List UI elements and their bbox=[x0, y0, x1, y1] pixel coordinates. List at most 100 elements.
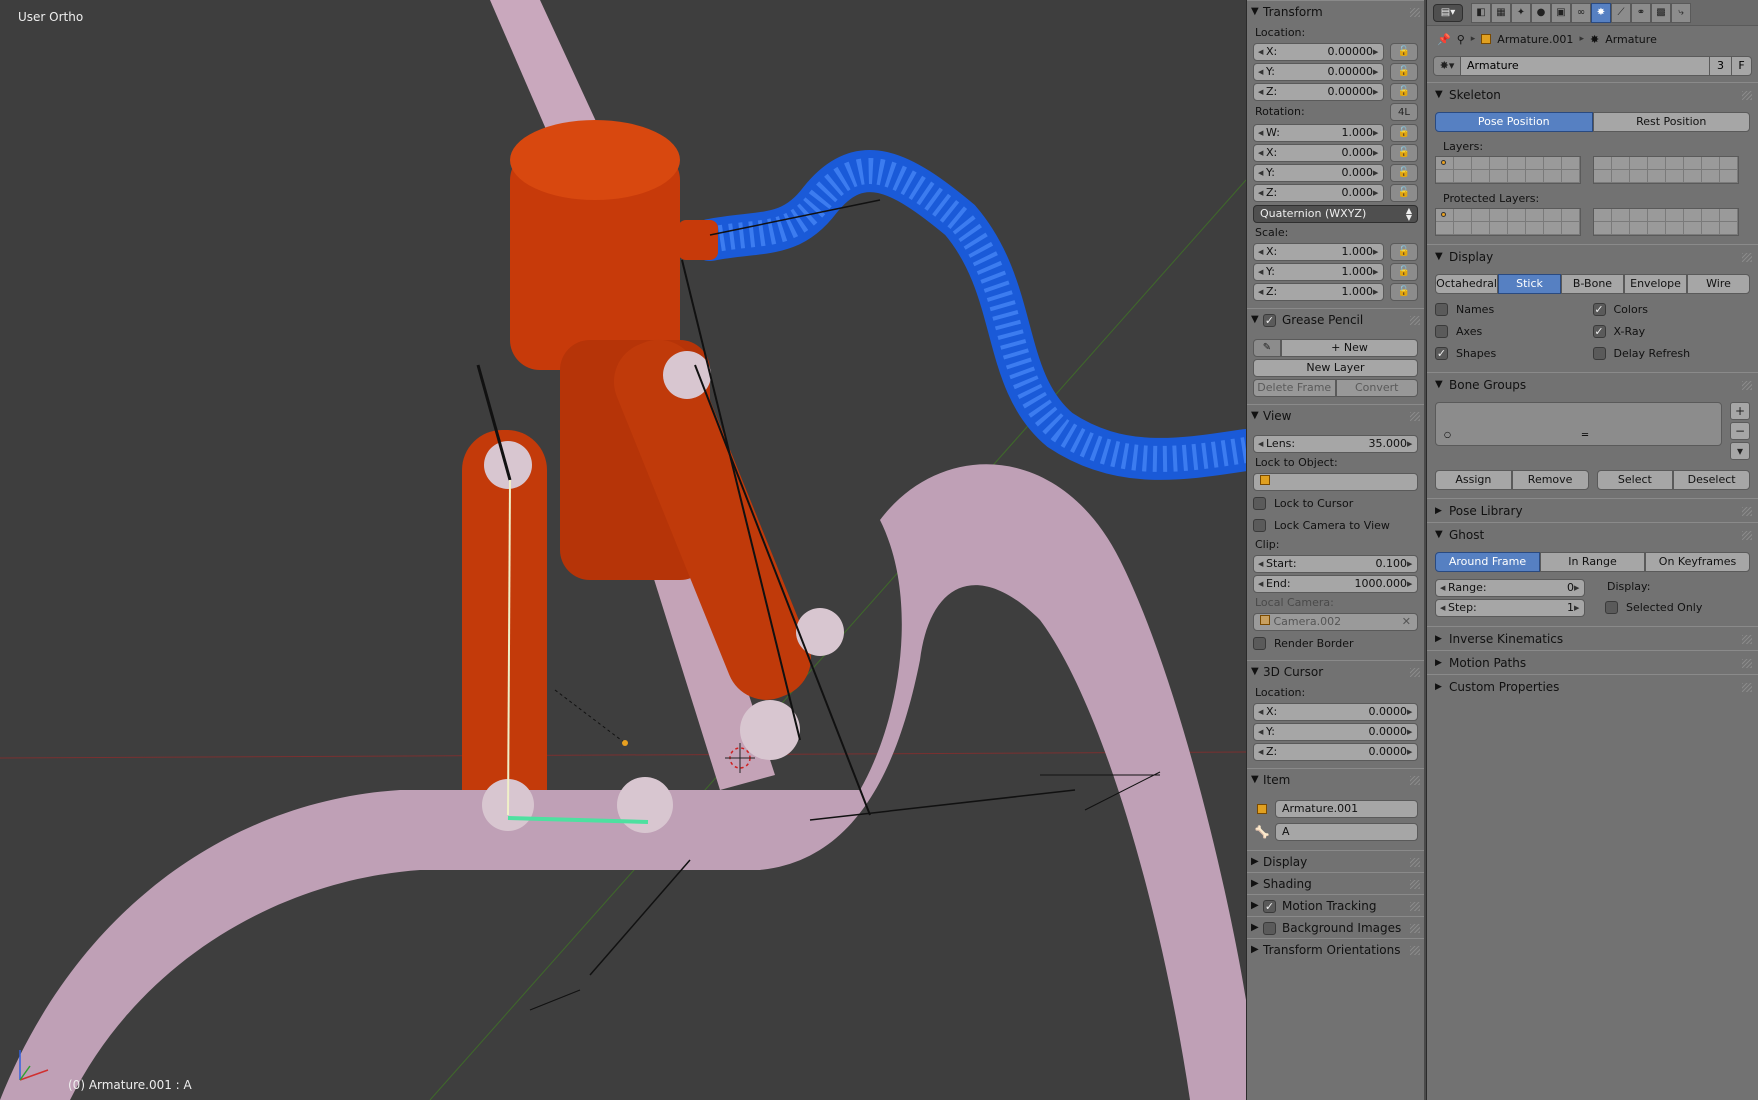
layer-cell[interactable] bbox=[1648, 157, 1666, 170]
pose-position-button[interactable]: Pose Position bbox=[1435, 112, 1593, 132]
select-button[interactable]: Select bbox=[1596, 470, 1674, 490]
layer-cell[interactable] bbox=[1666, 209, 1684, 222]
layer-cell[interactable] bbox=[1490, 209, 1508, 222]
armature-data-tab-icon[interactable]: ✸ bbox=[1591, 2, 1611, 23]
layer-cell[interactable] bbox=[1684, 157, 1702, 170]
layer-cell[interactable] bbox=[1436, 157, 1454, 170]
layer-cell[interactable] bbox=[1490, 157, 1508, 170]
axes-check[interactable]: Axes bbox=[1435, 320, 1593, 342]
layer-cell[interactable] bbox=[1720, 157, 1738, 170]
lock-icon[interactable]: 🔓 bbox=[1390, 262, 1418, 281]
names-check[interactable]: Names bbox=[1435, 298, 1593, 320]
rotation-3-field[interactable]: ◀ Z: 0.000 ▶ bbox=[1253, 183, 1384, 202]
layer-cell[interactable] bbox=[1454, 222, 1472, 235]
display-panel-header[interactable]: ▼ Display bbox=[1427, 244, 1758, 268]
in-range-button[interactable]: In Range bbox=[1540, 552, 1645, 572]
layer-cell[interactable] bbox=[1594, 222, 1612, 235]
clear-icon[interactable]: ✕ bbox=[1402, 614, 1411, 630]
layer-cell[interactable] bbox=[1562, 170, 1580, 183]
convert-button[interactable]: Convert bbox=[1335, 378, 1418, 397]
lock-icon[interactable]: 🔓 bbox=[1390, 42, 1418, 61]
layer-cell[interactable] bbox=[1666, 222, 1684, 235]
layer-cell[interactable] bbox=[1544, 209, 1562, 222]
layer-cell[interactable] bbox=[1544, 222, 1562, 235]
draw-type-button[interactable]: Envelope bbox=[1624, 274, 1687, 294]
constraints-tab-icon[interactable]: ∞ bbox=[1571, 2, 1591, 23]
layer-cell[interactable] bbox=[1630, 209, 1648, 222]
bone-groups-panel-header[interactable]: ▼ Bone Groups bbox=[1427, 372, 1758, 396]
layer-cell[interactable] bbox=[1490, 170, 1508, 183]
layer-cell[interactable] bbox=[1630, 170, 1648, 183]
collapsed-panel-header[interactable]: ▶ Motion Paths bbox=[1427, 650, 1758, 674]
collapsed-panel-header[interactable]: ▶ Shading bbox=[1247, 872, 1424, 894]
layer-cell[interactable] bbox=[1612, 157, 1630, 170]
around-frame-button[interactable]: Around Frame bbox=[1435, 552, 1540, 572]
new-layer-button[interactable]: New Layer bbox=[1253, 358, 1418, 377]
layer-cell[interactable] bbox=[1648, 209, 1666, 222]
draw-type-button[interactable]: Stick bbox=[1498, 274, 1561, 294]
layer-cell[interactable] bbox=[1648, 222, 1666, 235]
lock-icon[interactable]: 🔓 bbox=[1390, 62, 1418, 81]
new-grease-pencil-button[interactable]: + New bbox=[1281, 338, 1418, 357]
layer-cell[interactable] bbox=[1702, 222, 1720, 235]
layer-cell[interactable] bbox=[1720, 209, 1738, 222]
layer-cell[interactable] bbox=[1684, 222, 1702, 235]
layer-cell[interactable] bbox=[1490, 222, 1508, 235]
layer-cell[interactable] bbox=[1702, 209, 1720, 222]
layer-cell[interactable] bbox=[1562, 209, 1580, 222]
layer-cell[interactable] bbox=[1612, 222, 1630, 235]
ghost-range-field[interactable]: ◀ Range: 0 ▶ bbox=[1435, 578, 1585, 597]
collapsed-panel-header[interactable]: ▶ Custom Properties bbox=[1427, 674, 1758, 698]
rest-position-button[interactable]: Rest Position bbox=[1592, 112, 1750, 132]
layer-cell[interactable] bbox=[1526, 157, 1544, 170]
layer-cell[interactable] bbox=[1526, 222, 1544, 235]
lock-icon[interactable]: 🔓 bbox=[1390, 163, 1418, 182]
grease-pencil-panel-header[interactable]: ▼ ✓ Grease Pencil bbox=[1247, 308, 1424, 330]
pencil-icon[interactable]: ✎ bbox=[1253, 338, 1281, 357]
draw-type-selector[interactable]: Octahedral Stick B-Bone Envelope Wire bbox=[1435, 274, 1750, 294]
shapes-check[interactable]: ✓ Shapes bbox=[1435, 342, 1593, 364]
layer-cell[interactable] bbox=[1508, 209, 1526, 222]
world-tab-icon[interactable]: ● bbox=[1531, 2, 1551, 23]
protected-layers-grid[interactable] bbox=[1435, 208, 1750, 236]
lock-icon[interactable]: 🔓 bbox=[1390, 282, 1418, 301]
resize-handle-icon[interactable]: ═ bbox=[1582, 430, 1588, 441]
rotation-4l-toggle[interactable]: 4L bbox=[1390, 103, 1418, 121]
layer-cell[interactable] bbox=[1666, 170, 1684, 183]
clip-start-field[interactable]: ◀ Start: 0.100 ▶ bbox=[1253, 554, 1418, 573]
collapsed-panel-header[interactable]: ▶ ✓ Motion Tracking bbox=[1247, 894, 1424, 916]
layer-cell[interactable] bbox=[1454, 209, 1472, 222]
cursor-location-0-field[interactable]: ◀ X: 0.0000 ▶ bbox=[1253, 702, 1418, 721]
layer-cell[interactable] bbox=[1612, 209, 1630, 222]
bone-tab-icon[interactable]: ⟋ bbox=[1611, 2, 1631, 23]
scene-tab-icon[interactable]: ✦ bbox=[1511, 2, 1531, 23]
layer-cell[interactable] bbox=[1436, 209, 1454, 222]
render-tab-icon[interactable]: ◧ bbox=[1471, 2, 1491, 23]
object-name-field[interactable]: Armature.001 bbox=[1275, 800, 1418, 818]
delay-refresh-check[interactable]: Delay Refresh bbox=[1592, 342, 1751, 364]
layer-cell[interactable] bbox=[1630, 222, 1648, 235]
xray-check[interactable]: ✓ X-Ray bbox=[1592, 320, 1751, 342]
panel-enable-checkbox[interactable]: ✓ bbox=[1263, 900, 1276, 913]
on-keyframes-button[interactable]: On Keyframes bbox=[1645, 552, 1750, 572]
scale-0-field[interactable]: ◀ X: 1.000 ▶ bbox=[1253, 242, 1384, 261]
selected-only-check[interactable]: Selected Only bbox=[1605, 596, 1750, 618]
render-border-check[interactable]: Render Border bbox=[1253, 632, 1418, 654]
rotation-mode-select[interactable]: Quaternion (WXYZ) ▲ ▼ bbox=[1253, 204, 1418, 223]
bone-groups-list[interactable]: ○ ═ bbox=[1435, 402, 1722, 446]
lock-object-field[interactable] bbox=[1253, 472, 1418, 491]
layer-cell[interactable] bbox=[1720, 222, 1738, 235]
3d-viewport[interactable]: User Ortho (0) Armature.001 : A bbox=[0, 0, 1246, 1100]
lock-icon[interactable]: 🔓 bbox=[1390, 183, 1418, 202]
rotation-1-field[interactable]: ◀ X: 0.000 ▶ bbox=[1253, 143, 1384, 162]
layer-cell[interactable] bbox=[1702, 157, 1720, 170]
draw-type-button[interactable]: B-Bone bbox=[1561, 274, 1624, 294]
cursor-location-1-field[interactable]: ◀ Y: 0.0000 ▶ bbox=[1253, 722, 1418, 741]
layer-cell[interactable] bbox=[1472, 222, 1490, 235]
lock-icon[interactable]: 🔓 bbox=[1390, 123, 1418, 142]
rotation-0-field[interactable]: ◀ W: 1.000 ▶ bbox=[1253, 123, 1384, 142]
layer-cell[interactable] bbox=[1666, 157, 1684, 170]
cursor-location-2-field[interactable]: ◀ Z: 0.0000 ▶ bbox=[1253, 742, 1418, 761]
lock-icon[interactable]: 🔓 bbox=[1390, 242, 1418, 261]
lock-to-cursor-check[interactable]: Lock to Cursor bbox=[1253, 492, 1418, 514]
